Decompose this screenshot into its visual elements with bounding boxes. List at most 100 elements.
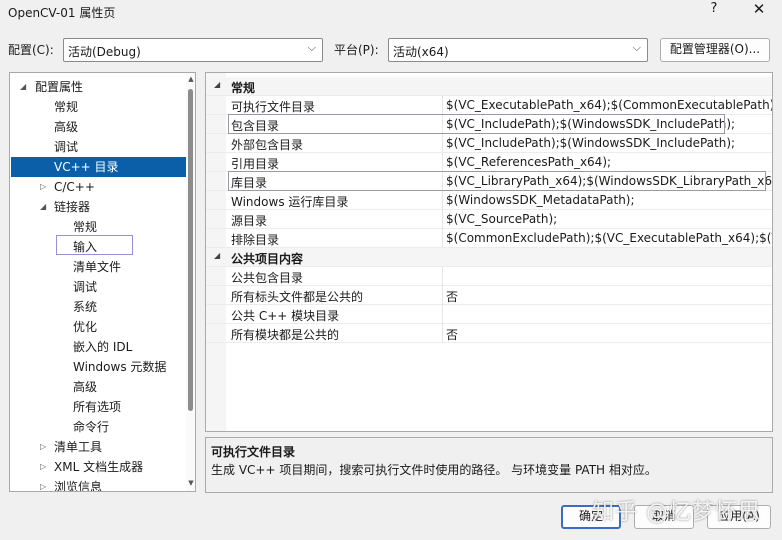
grid-category-row[interactable]: ◢ 公共项目内容 xyxy=(206,248,772,267)
property-value[interactable]: $(VC_ExecutablePath_x64);$(CommonExecuta… xyxy=(446,98,772,112)
tree-item-label: 输入 xyxy=(73,240,98,254)
watermark: 知乎 @忆梦怀思 xyxy=(592,500,761,525)
expand-arrow-icon[interactable]: ▷ xyxy=(40,477,52,491)
property-value[interactable]: 否 xyxy=(446,326,458,343)
tree-item[interactable]: 调试 xyxy=(10,137,184,157)
tree-item[interactable]: ◢ 链接器 xyxy=(10,197,184,217)
property-tree: ◢ 配置属性 常规 高级 调试 VC++ 目录 ▷ C/C++ ◢ 链接器 常规 输入 清单文件 调试 系统… xyxy=(9,72,196,492)
tree-item-label: 清单工具 xyxy=(54,440,103,454)
tree-item[interactable]: Windows 元数据 xyxy=(10,357,184,377)
collapse-arrow-icon[interactable]: ◢ xyxy=(20,77,32,97)
config-value: 活动(Debug) xyxy=(68,45,141,59)
expand-arrow-icon[interactable]: ▷ xyxy=(40,177,52,197)
tree-item[interactable]: VC++ 目录 xyxy=(10,157,184,177)
collapse-arrow-icon[interactable]: ◢ xyxy=(214,80,220,89)
column-divider xyxy=(442,286,443,305)
expand-arrow-icon[interactable]: ▷ xyxy=(40,457,52,477)
column-divider xyxy=(442,134,443,153)
property-value[interactable]: $(VC_ReferencesPath_x64); xyxy=(446,155,611,169)
grid-property-row[interactable]: 排除目录 $(CommonExcludePath);$(VC_Executable… xyxy=(206,229,772,248)
tree-item[interactable]: ▷ C/C++ xyxy=(10,177,184,197)
expand-arrow-icon[interactable]: ▷ xyxy=(40,437,52,457)
collapse-arrow-icon[interactable]: ◢ xyxy=(40,197,52,217)
help-button[interactable]: ? xyxy=(702,1,726,21)
grid-property-row[interactable]: Windows 运行库目录 $(WindowsSDK_MetadataPath); xyxy=(206,191,772,210)
grid-property-row[interactable]: 源目录 $(VC_SourcePath); xyxy=(206,210,772,229)
tree-item[interactable]: 常规 xyxy=(10,217,184,237)
property-value[interactable]: $(VC_IncludePath);$(WindowsSDK_IncludePa… xyxy=(446,136,735,150)
tree-item[interactable]: ▷ 清单工具 xyxy=(10,437,184,457)
tree-item[interactable]: 输入 xyxy=(10,237,184,257)
tree-item-label: 清单文件 xyxy=(73,260,122,274)
close-button[interactable]: ✕ xyxy=(746,0,772,22)
column-divider xyxy=(442,324,443,343)
property-name: 公共包含目录 xyxy=(231,271,304,285)
grid-property-row[interactable]: 外部包含目录 $(VC_IncludePath);$(WindowsSDK_Inc… xyxy=(206,134,772,153)
chevron-down-icon: ⌵ xyxy=(307,41,316,54)
tree-item-label: 高级 xyxy=(73,380,98,394)
grid-property-row[interactable]: 可执行文件目录 $(VC_ExecutablePath_x64);$(Common… xyxy=(206,96,772,115)
column-divider xyxy=(442,210,443,229)
tree-item-label: 链接器 xyxy=(54,200,91,214)
column-divider xyxy=(442,229,443,248)
tree-item-label: 常规 xyxy=(73,220,98,234)
tree-item[interactable]: 优化 xyxy=(10,317,184,337)
chevron-down-icon: ⌵ xyxy=(632,41,641,54)
column-divider xyxy=(442,305,443,324)
grid-property-row[interactable]: 公共 C++ 模块目录 xyxy=(206,305,772,324)
row-highlight-box xyxy=(228,114,725,134)
grid-property-row[interactable]: 所有模块都是公共的 否 xyxy=(206,324,772,343)
tree-item[interactable]: 嵌入的 IDL xyxy=(10,337,184,357)
tree-item-label: 配置属性 xyxy=(35,80,84,94)
tree-item-label: 优化 xyxy=(73,320,98,334)
tree-item-label: 常规 xyxy=(54,100,79,114)
tree-item-label: 调试 xyxy=(73,280,98,294)
scroll-down-icon[interactable]: ▼ xyxy=(186,479,195,487)
grid-category-label: 常规 xyxy=(231,81,256,95)
property-name: 所有标头文件都是公共的 xyxy=(231,290,364,304)
tree-item[interactable]: ◢ 配置属性 xyxy=(10,77,184,97)
property-value[interactable]: 否 xyxy=(446,288,458,305)
property-value[interactable]: $(CommonExcludePath);$(VC_ExecutablePath… xyxy=(446,231,772,245)
property-value[interactable]: $(VC_SourcePath); xyxy=(446,212,557,226)
config-manager-button[interactable]: 配置管理器(O)... xyxy=(660,38,770,62)
grid-property-row[interactable]: 所有标头文件都是公共的 否 xyxy=(206,286,772,305)
grid-category-label: 公共项目内容 xyxy=(231,252,304,266)
tree-item-label: C/C++ xyxy=(54,180,95,194)
tree-item-label: VC++ 目录 xyxy=(54,160,119,174)
config-label: 配置(C): xyxy=(8,43,54,57)
tree-item-label: 高级 xyxy=(54,120,79,134)
column-divider xyxy=(442,96,443,115)
tree-scrollbar[interactable]: ▲ ▼ xyxy=(186,73,195,491)
tree-item[interactable]: 系统 xyxy=(10,297,184,317)
description-text: 生成 VC++ 项目期间，搜索可执行文件时使用的路径。 与环境变量 PATH 相… xyxy=(211,463,657,477)
tree-item[interactable]: 所有选项 xyxy=(10,397,184,417)
tree-item-label: Windows 元数据 xyxy=(73,360,167,374)
platform-label: 平台(P): xyxy=(334,43,379,57)
property-name: 引用目录 xyxy=(231,157,280,171)
grid-category-row[interactable]: ◢ 常规 xyxy=(206,77,772,96)
tree-item-label: 调试 xyxy=(54,140,79,154)
tree-item[interactable]: ▷ 浏览信息 xyxy=(10,477,184,491)
platform-value: 活动(x64) xyxy=(393,45,449,59)
tree-item[interactable]: 命令行 xyxy=(10,417,184,437)
tree-item[interactable]: 调试 xyxy=(10,277,184,297)
grid-property-row[interactable]: 引用目录 $(VC_ReferencesPath_x64); xyxy=(206,153,772,172)
property-name: Windows 运行库目录 xyxy=(231,195,349,209)
tree-item[interactable]: ▷ XML 文档生成器 xyxy=(10,457,184,477)
platform-dropdown[interactable]: 活动(x64) ⌵ xyxy=(388,38,648,62)
description-panel: 可执行文件目录 生成 VC++ 项目期间，搜索可执行文件时使用的路径。 与环境变… xyxy=(205,437,773,493)
tree-item[interactable]: 清单文件 xyxy=(10,257,184,277)
config-dropdown[interactable]: 活动(Debug) ⌵ xyxy=(63,38,323,62)
tree-item[interactable]: 高级 xyxy=(10,117,184,137)
scroll-up-icon[interactable]: ▲ xyxy=(186,75,195,83)
grid-property-row[interactable]: 公共包含目录 xyxy=(206,267,772,286)
collapse-arrow-icon[interactable]: ◢ xyxy=(214,251,220,260)
title-bar: OpenCV-01 属性页 ? ✕ xyxy=(0,0,782,24)
scroll-thumb[interactable] xyxy=(188,89,193,411)
tree-item[interactable]: 常规 xyxy=(10,97,184,117)
property-value[interactable]: $(WindowsSDK_MetadataPath); xyxy=(446,193,635,207)
tree-item[interactable]: 高级 xyxy=(10,377,184,397)
tree-item-label: XML 文档生成器 xyxy=(54,460,144,474)
property-name: 外部包含目录 xyxy=(231,138,304,152)
